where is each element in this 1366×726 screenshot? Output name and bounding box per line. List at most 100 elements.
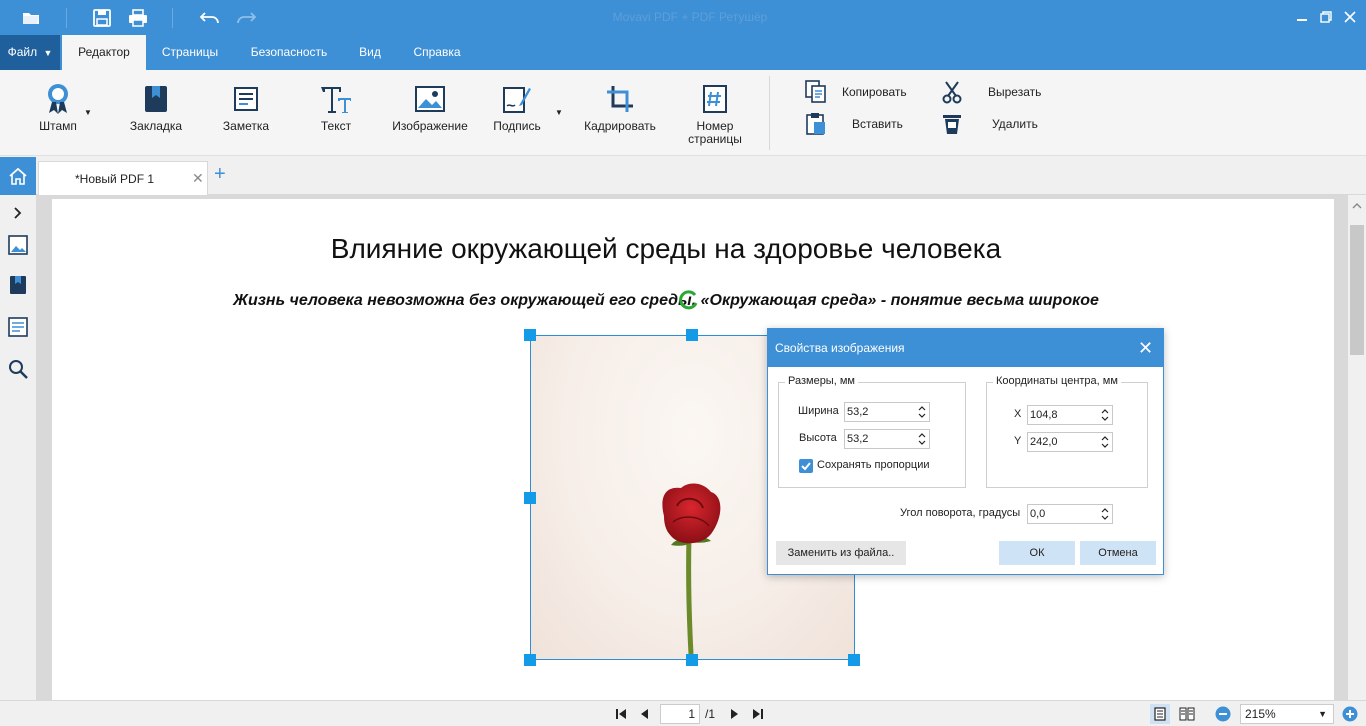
bookmarks-icon[interactable]: [6, 273, 30, 297]
resize-handle-top[interactable]: [686, 329, 698, 341]
zoom-in-icon[interactable]: [1341, 706, 1359, 722]
restore-icon[interactable]: [1314, 6, 1338, 28]
bookmark-label: Закладка: [129, 119, 183, 133]
last-page-icon[interactable]: [751, 706, 765, 722]
resize-handle-bottom-left[interactable]: [524, 654, 536, 666]
text-button[interactable]: Текст: [304, 82, 368, 133]
thumbnails-icon[interactable]: [6, 233, 30, 257]
page-number-icon: [680, 82, 750, 116]
document-subtitle[interactable]: Жизнь человека невозможна без окружающей…: [52, 292, 1280, 310]
x-label: X: [1014, 408, 1022, 420]
tab-security[interactable]: Безопасность: [234, 35, 344, 70]
dialog-close-icon[interactable]: ✕: [1138, 338, 1153, 359]
image-label: Изображение: [392, 119, 468, 133]
rotate-handle-icon[interactable]: [678, 289, 700, 311]
spinner-arrows-icon[interactable]: [917, 404, 927, 420]
document-title[interactable]: Влияние окружающей среды на здоровье чел…: [52, 233, 1280, 265]
page-number-button[interactable]: Номер страницы: [680, 82, 750, 146]
replace-from-file-button[interactable]: Заменить из файла..: [776, 541, 906, 565]
signature-button[interactable]: Подпись: [488, 82, 546, 133]
notes-icon[interactable]: [6, 315, 30, 339]
spinner-arrows-icon[interactable]: [1100, 407, 1110, 423]
left-sidebar: [0, 195, 36, 700]
signature-dropdown-icon[interactable]: ▼: [555, 108, 563, 117]
zoom-value: 215%: [1245, 707, 1276, 721]
scrollbar-thumb[interactable]: [1350, 225, 1364, 355]
zoom-out-icon[interactable]: [1214, 706, 1232, 722]
search-icon[interactable]: [6, 357, 30, 381]
save-icon[interactable]: [88, 7, 116, 29]
ok-button[interactable]: ОК: [999, 541, 1075, 565]
print-icon[interactable]: [124, 7, 152, 29]
spinner-arrows-icon[interactable]: [1100, 506, 1110, 522]
width-input[interactable]: 53,2: [844, 402, 930, 422]
page-number-input[interactable]: 1: [660, 704, 700, 724]
center-group-label: Координаты центра, мм: [993, 375, 1121, 387]
minimize-icon[interactable]: [1290, 6, 1314, 28]
y-input[interactable]: 242,0: [1027, 432, 1113, 452]
bookmark-button[interactable]: Закладка: [122, 82, 190, 133]
scissors-icon: [940, 80, 964, 104]
height-input[interactable]: 53,2: [844, 429, 930, 449]
zoom-select[interactable]: 215% ▼: [1240, 704, 1334, 724]
open-folder-icon[interactable]: [17, 7, 45, 29]
tab-file-label: Файл: [7, 45, 38, 59]
size-group-label: Размеры, мм: [785, 375, 858, 387]
delete-button[interactable]: Удалить: [940, 112, 1038, 136]
width-label: Ширина: [798, 405, 839, 417]
rotation-input[interactable]: 0,0: [1027, 504, 1113, 524]
cut-label: Вырезать: [988, 85, 1042, 99]
height-label: Высота: [799, 432, 837, 444]
x-value: 104,8: [1030, 409, 1058, 421]
crop-icon: [578, 82, 662, 116]
crop-button[interactable]: Кадрировать: [578, 82, 662, 133]
window-title: Movavi PDF + PDF Ретушёр: [612, 10, 768, 24]
note-label: Заметка: [222, 119, 270, 133]
doc-tab[interactable]: *Новый PDF 1 ✕: [38, 161, 208, 195]
ribbon-separator: [769, 76, 770, 150]
first-page-icon[interactable]: [614, 706, 628, 722]
tab-pages[interactable]: Страницы: [146, 35, 234, 70]
home-button[interactable]: [0, 157, 36, 195]
tab-file[interactable]: Файл ▼: [0, 35, 60, 70]
x-input[interactable]: 104,8: [1027, 405, 1113, 425]
resize-handle-bottom[interactable]: [686, 654, 698, 666]
resize-handle-top-left[interactable]: [524, 329, 536, 341]
two-page-view-icon[interactable]: [1178, 706, 1196, 722]
close-icon[interactable]: [1338, 6, 1362, 28]
spinner-arrows-icon[interactable]: [1100, 434, 1110, 450]
resize-handle-left[interactable]: [524, 492, 536, 504]
undo-icon[interactable]: [196, 7, 224, 29]
single-page-view-icon[interactable]: [1150, 704, 1170, 724]
status-bar: 1 /1 215% ▼: [0, 700, 1366, 726]
image-button[interactable]: Изображение: [388, 82, 472, 133]
note-button[interactable]: Заметка: [214, 82, 278, 133]
cut-button[interactable]: Вырезать: [940, 80, 1041, 104]
separator: [66, 8, 67, 28]
paste-button[interactable]: Вставить: [804, 112, 903, 136]
paste-label: Вставить: [852, 117, 903, 131]
copy-button[interactable]: Копировать: [804, 80, 907, 104]
tab-view[interactable]: Вид: [344, 35, 396, 70]
keep-ratio-checkbox[interactable]: [799, 459, 813, 473]
y-label: Y: [1014, 435, 1022, 447]
image-properties-dialog: Свойства изображения ✕ Размеры, мм Ширин…: [767, 328, 1164, 575]
resize-handle-bottom-right[interactable]: [848, 654, 860, 666]
tab-editor[interactable]: Редактор: [62, 35, 146, 70]
expand-chevron-icon[interactable]: [6, 201, 30, 225]
stamp-button[interactable]: Штамп: [30, 82, 86, 133]
image-icon: [388, 82, 472, 116]
previous-page-icon[interactable]: [638, 706, 650, 722]
scroll-up-icon: [1352, 203, 1362, 209]
keep-ratio-label: Сохранять пропорции: [817, 459, 930, 471]
spinner-arrows-icon[interactable]: [917, 431, 927, 447]
new-tab-plus-icon[interactable]: +: [214, 163, 226, 186]
stamp-dropdown-icon[interactable]: ▼: [84, 108, 92, 117]
tab-help[interactable]: Справка: [396, 35, 478, 70]
redo-icon[interactable]: [232, 7, 260, 29]
page-total: /1: [705, 707, 716, 721]
vertical-scrollbar[interactable]: [1348, 195, 1366, 700]
next-page-icon[interactable]: [729, 706, 741, 722]
doc-tab-close-icon[interactable]: ✕: [192, 170, 204, 187]
cancel-button[interactable]: Отмена: [1080, 541, 1156, 565]
